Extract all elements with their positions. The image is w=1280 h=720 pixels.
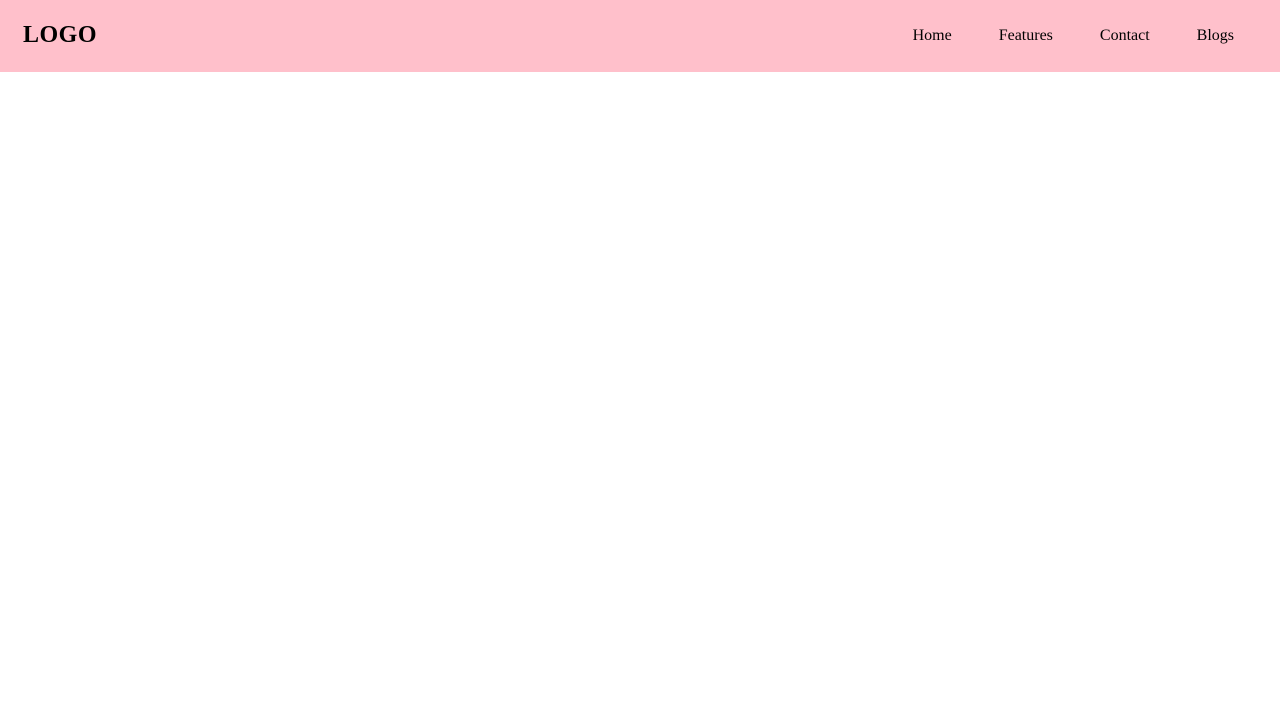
logo[interactable]: LOGO <box>23 23 97 47</box>
page-content <box>0 72 1280 720</box>
nav-menu: Home Features Contact Blogs <box>913 28 1234 44</box>
nav-link-features[interactable]: Features <box>999 28 1053 44</box>
top-navbar: LOGO Home Features Contact Blogs <box>0 0 1280 72</box>
nav-link-contact[interactable]: Contact <box>1100 28 1150 44</box>
nav-link-home[interactable]: Home <box>913 28 952 44</box>
nav-link-blogs[interactable]: Blogs <box>1197 28 1234 44</box>
